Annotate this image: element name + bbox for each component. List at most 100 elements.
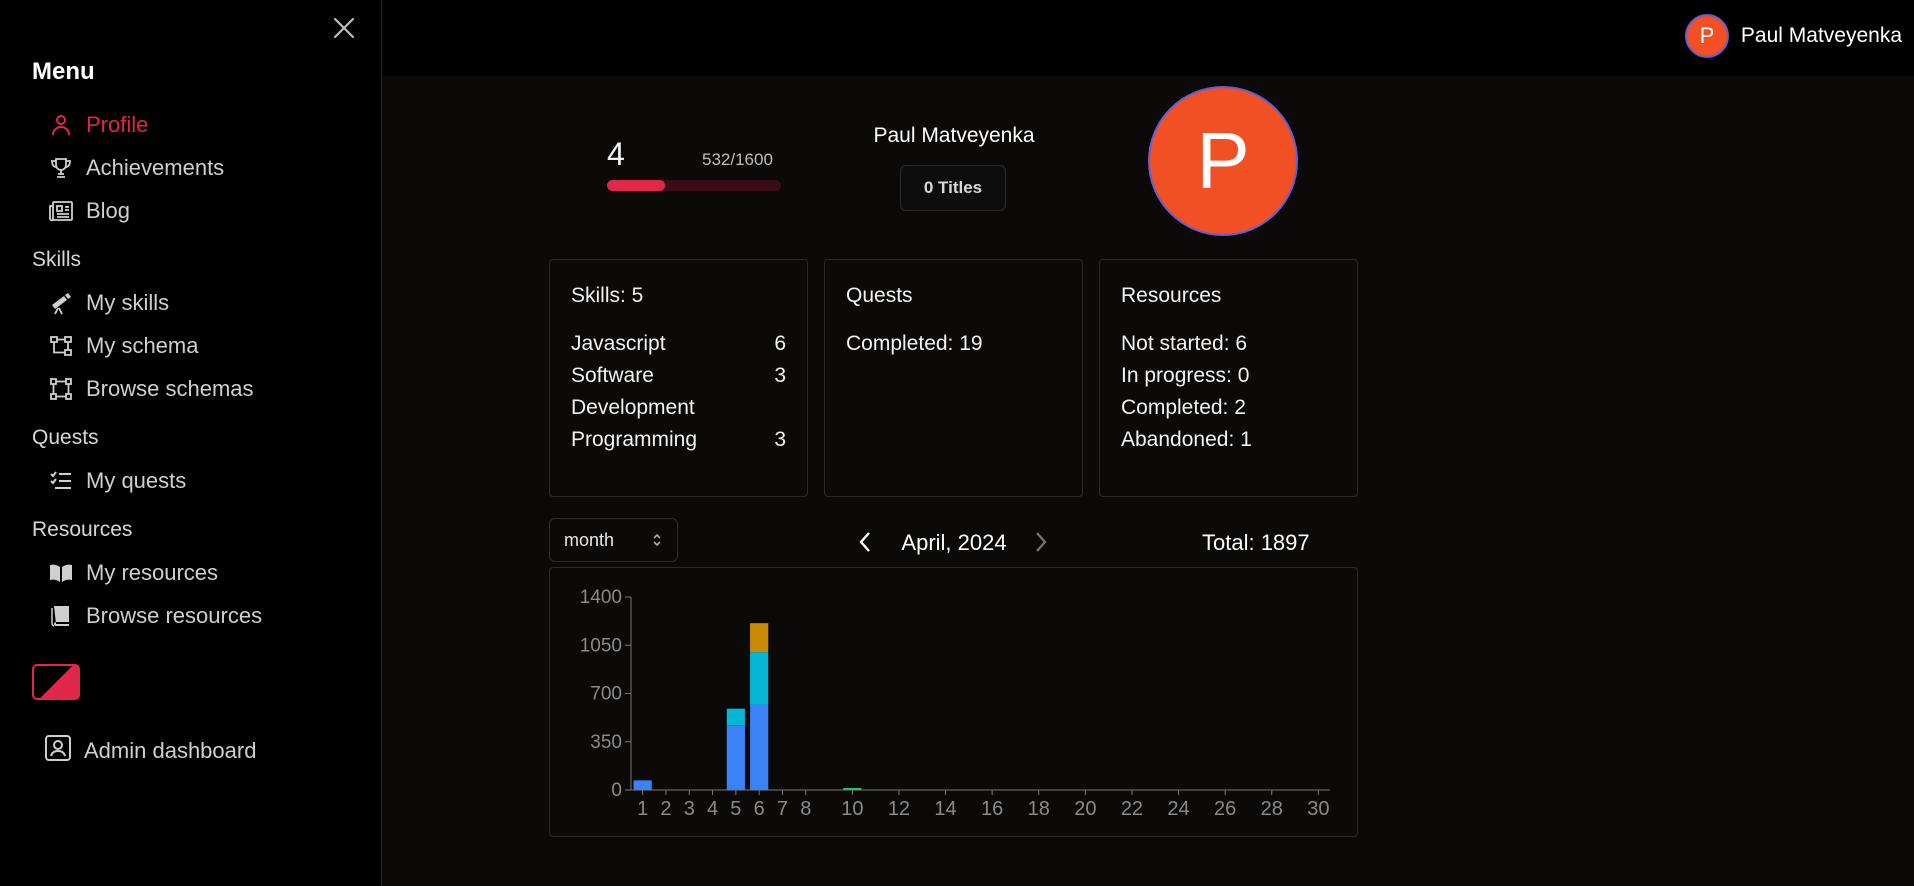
x-tick-label: 12 [888,798,910,820]
sidebar-item-label: Achievements [86,155,225,180]
sidebar: Menu Profile Achievements Blog Skills My… [0,0,382,886]
x-tick-label: 4 [707,798,718,820]
x-tick-label: 7 [777,798,788,820]
x-tick-label: 14 [934,798,956,820]
resources-abandoned: Abandoned: 1 [1121,428,1252,451]
bar-segment [750,652,769,705]
x-tick-label: 10 [841,798,863,820]
skill-name: Javascript [571,332,666,355]
resources-card: Resources Not started: 6 In progress: 0 … [1099,259,1358,497]
x-tick-label: 8 [800,798,811,820]
x-tick-label: 6 [754,798,765,820]
skill-row: Programming 3 [571,424,786,456]
xp-progress-fill [607,180,665,191]
bar-segment [750,623,769,653]
sidebar-item-my-resources[interactable]: My resources [48,556,218,590]
skills-card-title: Skills: 5 [571,284,644,307]
x-tick-label: 3 [684,798,695,820]
resources-not-started: Not started: 6 [1121,332,1248,355]
skill-value: 3 [774,428,786,451]
sidebar-item-label: My skills [86,290,170,315]
close-sidebar-button[interactable] [326,10,362,46]
chevron-up-down-icon [653,533,661,547]
xp-progress-bar [607,180,781,191]
chevron-left-icon [859,532,870,552]
y-tick-label: 1050 [580,635,622,656]
sidebar-item-my-skills[interactable]: My skills [48,286,169,320]
period-select[interactable]: month [549,518,678,562]
titles-button[interactable]: 0 Titles [900,165,1006,211]
x-tick-label: 22 [1121,798,1143,820]
sidebar-item-label: Admin dashboard [84,738,257,763]
sidebar-item-profile[interactable]: Profile [48,108,148,142]
newspaper-icon [48,198,74,224]
profile-avatar: P [1148,86,1298,236]
sidebar-item-browse-schemas[interactable]: Browse schemas [48,372,254,406]
bar-segment [843,787,862,790]
sidebar-item-browse-resources[interactable]: Browse resources [48,599,262,633]
book-icon [48,603,74,629]
skills-card: Skills: 5 Javascript 6 Software Developm… [549,259,808,497]
sidebar-item-label: My schema [86,333,199,358]
skill-row: Javascript 6 [571,328,786,360]
x-tick-label: 30 [1307,798,1329,820]
sidebar-item-label: Browse resources [86,603,263,628]
skill-value: 3 [774,364,786,387]
section-title-resources: Resources [32,518,133,541]
x-tick-label: 26 [1214,798,1236,820]
month-label: April, 2024 [901,530,1007,555]
y-tick-label: 700 [590,684,622,705]
top-bar: P Paul Matveyenka [383,0,1914,76]
schema-icon [48,333,74,359]
period-select-value: month [564,529,615,550]
user-name: Paul Matveyenka [1740,24,1902,47]
x-tick-label: 20 [1074,798,1096,820]
x-tick-label: 2 [660,798,671,820]
skill-row: Software Development 3 [571,360,786,424]
x-tick-label: 24 [1167,798,1189,820]
menu-title: Menu [32,58,95,85]
activity-chart: 0 350 700 1050 1400 1 2 3 4 5 6 7 8 10 12 14 16 18 20 22 24 2… [549,567,1358,837]
x-tick-label: 18 [1028,798,1050,820]
vector-square-icon [48,376,74,402]
y-tick-label: 0 [611,780,622,801]
x-tick-label: 5 [730,798,741,820]
skill-value: 6 [774,332,786,355]
sidebar-item-blog[interactable]: Blog [48,194,130,228]
xp-text: 532/1600 [702,150,773,169]
resources-in-progress: In progress: 0 [1121,364,1250,387]
close-icon [333,17,355,39]
sidebar-item-my-quests[interactable]: My quests [48,464,186,498]
chart-svg: 0350700105014001 2 3 4 5 6 7 8 10 12 14 16 18 20 22 24 2… [580,587,1330,820]
x-tick-label: 28 [1261,798,1283,820]
y-tick-label: 1400 [580,587,622,608]
y-tick-label: 350 [590,732,622,753]
bar-segment [750,704,769,790]
resources-completed: Completed: 2 [1121,396,1246,419]
sidebar-item-label: Blog [86,198,131,223]
sidebar-item-label: My quests [86,468,187,493]
x-tick-label: 1 [637,798,648,820]
quests-card: Quests Completed: 19 [824,259,1083,497]
user-icon [48,112,74,138]
section-title-skills: Skills [32,248,82,271]
section-title-quests: Quests [32,426,99,449]
open-book-icon [48,560,74,586]
sidebar-item-my-schema[interactable]: My schema [48,329,198,363]
next-month-button[interactable] [1028,528,1054,556]
theme-toggle-button[interactable] [32,664,80,700]
user-menu[interactable]: P Paul Matveyenka [1684,14,1902,58]
sidebar-item-label: Profile [86,112,149,137]
telescope-icon [48,290,74,316]
previous-month-button[interactable] [852,528,878,556]
total-label: Total: 1897 [1202,530,1310,555]
sidebar-item-admin-dashboard[interactable]: Admin dashboard [44,733,256,769]
resources-card-title: Resources [1121,284,1222,307]
sidebar-item-achievements[interactable]: Achievements [48,151,224,185]
x-tick-label: 16 [981,798,1003,820]
bar-segment [726,708,745,726]
bar-segment [726,725,745,790]
profile-name: Paul Matveyenka [873,124,1035,147]
avatar: P [1684,14,1729,58]
chevron-right-icon [1036,532,1047,552]
